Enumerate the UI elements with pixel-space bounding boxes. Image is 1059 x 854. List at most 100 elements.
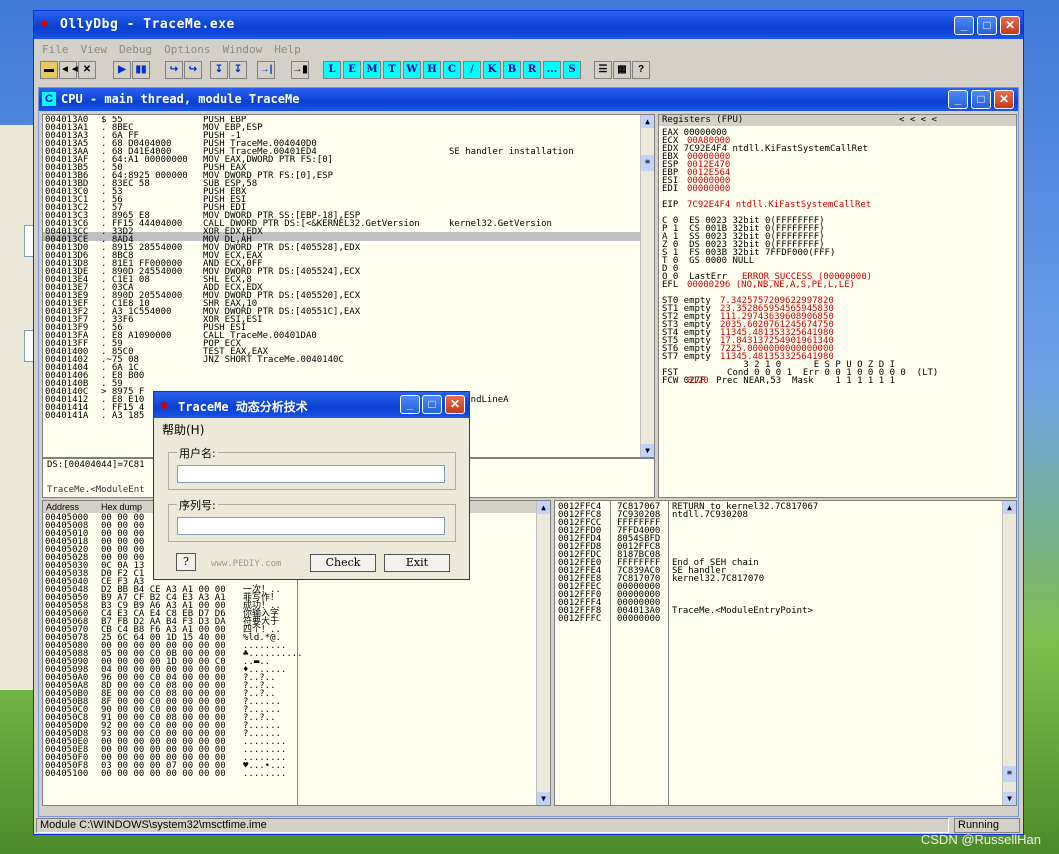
go-to-icon[interactable]: →▮ [291,61,309,79]
serial-input[interactable] [177,517,445,535]
username-group: 用户名: [168,445,456,490]
menu-view[interactable]: View [81,41,108,59]
menu-file[interactable]: File [42,41,69,59]
registers-pane[interactable]: Registers (FPU) < < < < EAX 00000000 ECX… [658,114,1017,498]
window-title: OllyDbg - TraceMe.exe [60,17,235,32]
toolbar-executables-button[interactable]: E [343,61,361,79]
dialog-help-menu[interactable]: 帮助(H) [162,421,204,438]
dialog-maximize-button[interactable]: □ [422,395,442,414]
toolbar-threads-button[interactable]: T [383,61,401,79]
scroll-thumb[interactable]: ≡ [641,155,654,171]
menu-help[interactable]: Help [274,41,301,59]
stack-addresses: 0012FFC4 0012FFC8 0012FFCC 0012FFD0 0012… [558,502,602,624]
info-line-1: DS:[00404044]=7C81 [47,460,145,470]
dump-scrollbar[interactable]: ▲ ▼ [536,501,550,805]
reg-efl: 00000296 (NO,NB,NE,A,S,PE,L,LE) [687,280,855,290]
scroll-down-icon[interactable]: ▼ [537,792,550,805]
dump-addresses: 00405000 00405008 00405010 00405018 0040… [45,513,89,779]
scroll-up-icon[interactable]: ▲ [537,501,550,514]
pause-icon[interactable]: ▮▮ [132,61,150,79]
toolbar-breakpoints-button[interactable]: B [503,61,521,79]
serial-group: 序列号: [168,497,456,542]
cpu-minimize-button[interactable]: _ [948,90,968,109]
username-label: 用户名: [177,445,218,461]
menu-debug[interactable]: Debug [119,41,152,59]
cpu-window-title: CPU - main thread, module TraceMe [61,92,300,106]
title-bar[interactable]: ✱ OllyDbg - TraceMe.exe _ □ ✕ [34,11,1023,39]
disasm-scrollbar[interactable]: ▲ ≡ ▼ [640,115,654,457]
status-bar: Module C:\WINDOWS\system32\msctfime.ime … [36,818,1021,834]
dump-col-hex[interactable]: Hex dump [101,501,142,513]
scroll-down-icon[interactable]: ▼ [641,444,654,457]
toolbar-source-button[interactable]: S [563,61,581,79]
reg-ecx: 00A80000 [687,136,731,146]
cpu-window-icon: C [42,92,56,106]
info-line-2: TraceMe.<ModuleEnt [47,485,145,495]
cpu-close-button[interactable]: ✕ [994,90,1014,109]
stack-comments: RETURN to kernel32.7C817067 ntdll.7C9302… [672,502,819,616]
list-icon[interactable]: ☰ [594,61,612,79]
disasm-code: PUSH EBP MOV EBP,ESP PUSH -1 PUSH TraceM… [203,116,420,364]
menu-options[interactable]: Options [164,41,210,59]
dialog-help-button[interactable]: ? [176,553,196,571]
dialog-title: TraceMe 动态分析技术 [178,400,308,414]
dialog-close-button[interactable]: ✕ [445,395,465,414]
username-input[interactable] [177,465,445,483]
disasm-addresses: 004013A0 004013A1 004013A3 004013A5 0040… [45,115,89,421]
stack-divider [668,501,669,805]
toolbar-handles-button[interactable]: H [423,61,441,79]
dialog-minimize-button[interactable]: _ [400,395,420,414]
toolbar-log-button[interactable]: L [323,61,341,79]
stack-scrollbar[interactable]: ▲ ≡ ▼ [1002,501,1016,805]
animate-into-icon[interactable]: ↧ [210,61,228,79]
dialog-title-bar[interactable]: ✱ TraceMe 动态分析技术 _ □ ✕ [154,392,469,418]
scroll-up-icon[interactable]: ▲ [1003,501,1016,514]
help-icon[interactable]: ? [632,61,650,79]
website-text: www.PEDIY.com [211,559,282,569]
reg-edi: 00000000 [687,184,731,194]
scroll-thumb[interactable]: ≡ [1003,766,1016,782]
scroll-down-icon[interactable]: ▼ [1003,792,1016,805]
reg-eip: 7C92E4F4 ntdll.KiFastSystemCallRet [687,200,872,210]
exit-button[interactable]: Exit [384,554,450,572]
run-icon[interactable]: ▶ [113,61,131,79]
close-button[interactable]: ✕ [1000,16,1020,35]
menu-window[interactable]: Window [222,41,262,59]
close-program-icon[interactable]: ✕ [78,61,96,79]
fpu-st-values: 7.3425757209622997820 23.352865954565945… [720,296,834,362]
serial-label: 序列号: [177,497,218,513]
step-over-icon[interactable]: ↪ [184,61,202,79]
toolbar-cpu-button[interactable]: C [443,61,461,79]
dump-col-address[interactable]: Address [46,501,79,513]
stack-pane[interactable]: 0012FFC4 0012FFC8 0012FFCC 0012FFD0 0012… [554,500,1017,806]
animate-over-icon[interactable]: ↧ [229,61,247,79]
open-file-icon[interactable]: ▬ [40,61,58,79]
registers-title: Registers (FPU) [662,115,744,125]
toolbar-run-trace-button[interactable]: ... [543,61,561,79]
check-button[interactable]: Check [310,554,376,572]
step-into-icon[interactable]: ↪ [165,61,183,79]
stack-divider [610,501,611,805]
cpu-maximize-button[interactable]: □ [971,90,991,109]
color-grid-icon[interactable]: ▦ [613,61,631,79]
toolbar-callstack-button[interactable]: K [483,61,501,79]
minimize-button[interactable]: _ [954,16,974,35]
registers-nav-arrows[interactable]: < < < < [899,115,937,126]
status-message: Module C:\WINDOWS\system32\msctfime.ime [36,818,949,833]
traceme-dialog: ✱ TraceMe 动态分析技术 _ □ ✕ 帮助(H) 用户名: 序列号: ?… [153,391,470,580]
toolbar-references-button[interactable]: R [523,61,541,79]
scroll-up-icon[interactable]: ▲ [641,115,654,128]
toolbar-memory-button[interactable]: M [363,61,381,79]
fpu-flags: 0120 [687,376,709,386]
status-state: Running [954,818,1020,833]
disasm-comments: SE handler installation kernel32.GetVers… [449,147,574,405]
menu-bar: File View Debug Options Window Help [36,41,1021,59]
bug-icon: ✱ [40,16,49,32]
maximize-button[interactable]: □ [977,16,997,35]
execute-till-return-icon[interactable]: →| [257,61,275,79]
toolbar-windows-button[interactable]: W [403,61,421,79]
restart-icon[interactable]: ◄◄ [59,61,80,79]
cpu-title-bar[interactable]: C CPU - main thread, module TraceMe _ □ … [39,88,1018,111]
stack-values: 7C817067 7C930208 FFFFFFFF 7FFD4000 8054… [617,502,661,624]
toolbar-patches-button[interactable]: / [463,61,481,79]
